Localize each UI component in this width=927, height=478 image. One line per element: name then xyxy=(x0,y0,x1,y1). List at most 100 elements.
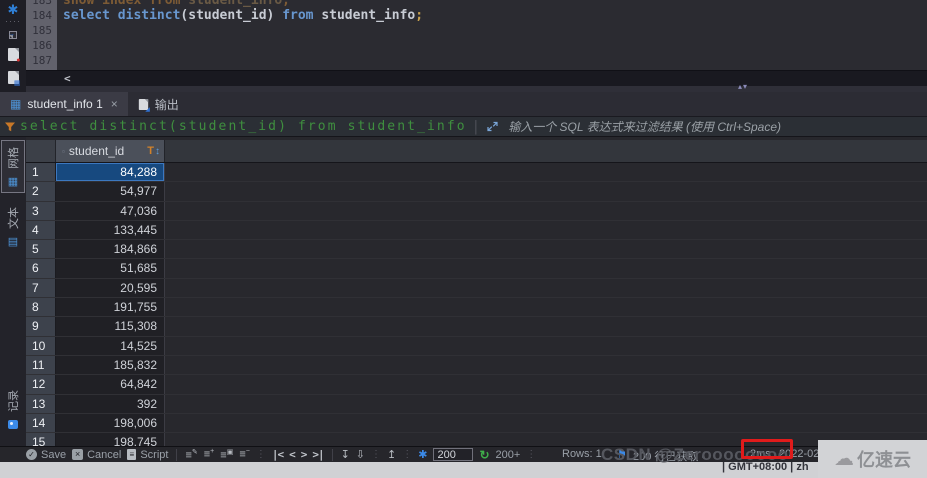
sql-token: index xyxy=(102,0,141,8)
table-row[interactable]: 347,036 xyxy=(26,202,927,221)
student-id-cell[interactable]: 54,977 xyxy=(56,182,165,200)
student-id-cell[interactable]: 198,745 xyxy=(56,433,165,446)
row-filler xyxy=(165,163,927,181)
explain-plan-icon[interactable]: ▦ xyxy=(8,71,19,84)
row-number-cell[interactable]: 1 xyxy=(26,163,56,181)
student-id-cell[interactable]: 47,036 xyxy=(56,202,165,220)
table-row[interactable]: 651,685 xyxy=(26,259,927,278)
table-row[interactable]: 4133,445 xyxy=(26,221,927,240)
view-tab-record[interactable]: 记录 xyxy=(1,386,25,429)
column-header-student-id[interactable]: ▫ student_id T ↕ xyxy=(56,140,165,162)
student-id-cell[interactable]: 20,595 xyxy=(56,279,165,297)
row-number-cell[interactable]: 14 xyxy=(26,414,56,432)
execute-statement-button[interactable]: → xyxy=(9,31,17,39)
sql-token: distinct xyxy=(118,8,181,23)
sql-token xyxy=(141,0,149,8)
more-rows-label[interactable]: 200+ xyxy=(496,449,521,461)
fetch-size-input[interactable] xyxy=(433,448,473,461)
next-row-button[interactable]: > xyxy=(301,448,307,461)
add-row-button[interactable]: ≡+ xyxy=(204,448,215,461)
sql-token: student_id xyxy=(188,8,266,23)
export-resultset-button[interactable]: ↥ xyxy=(387,448,396,461)
tab-output[interactable]: ◢ 输出 xyxy=(128,92,189,116)
table-row[interactable]: 184,288 xyxy=(26,163,927,182)
row-number-cell[interactable]: 4 xyxy=(26,221,56,239)
sql-token: ; xyxy=(282,0,290,8)
table-row[interactable]: 720,595 xyxy=(26,279,927,298)
result-filter-bar[interactable]: select distinct(student_id) from student… xyxy=(0,117,927,137)
execute-script-icon[interactable]: ● xyxy=(8,48,19,61)
student-id-cell[interactable]: 64,842 xyxy=(56,375,165,393)
tab-student-info-1[interactable]: ▦ student_info 1 × xyxy=(0,92,128,116)
grid-corner-cell[interactable] xyxy=(26,140,56,162)
save-label: Save xyxy=(41,449,66,461)
row-number-cell[interactable]: 6 xyxy=(26,259,56,277)
row-number-cell[interactable]: 9 xyxy=(26,317,56,335)
row-number-cell[interactable]: 11 xyxy=(26,356,56,374)
row-number-cell[interactable]: 7 xyxy=(26,279,56,297)
student-id-cell[interactable]: 51,685 xyxy=(56,259,165,277)
table-row[interactable]: 1264,842 xyxy=(26,375,927,394)
table-row[interactable]: 8191,755 xyxy=(26,298,927,317)
student-id-cell[interactable]: 184,866 xyxy=(56,240,165,258)
filter-expression[interactable]: select distinct(student_id) from student… xyxy=(20,119,467,134)
row-number-cell[interactable]: 5 xyxy=(26,240,56,258)
sql-editor[interactable]: 183184185186187 show index from student_… xyxy=(0,0,927,70)
line-number: 183 xyxy=(26,0,57,8)
row-number-cell[interactable]: 8 xyxy=(26,298,56,316)
refresh-icon[interactable]: ↻ xyxy=(479,448,489,462)
table-row[interactable]: 11185,832 xyxy=(26,356,927,375)
sql-line[interactable]: select distinct(student_id) from student… xyxy=(63,8,927,23)
toolbar-dot-separator: ⋮ xyxy=(402,449,412,460)
previous-row-button[interactable]: < xyxy=(289,448,295,461)
view-tab-grid[interactable]: 网格 ▦ xyxy=(1,140,25,193)
row-number-cell[interactable]: 13 xyxy=(26,395,56,413)
tab-label: 输出 xyxy=(155,96,179,113)
student-id-cell[interactable]: 84,288 xyxy=(56,163,165,181)
editor-hscrollbar[interactable]: < xyxy=(26,70,927,86)
auto-refresh-flower-icon[interactable]: ✱ xyxy=(418,448,427,461)
view-tab-text[interactable]: 文本 ▤ xyxy=(1,203,25,248)
student-id-cell[interactable]: 133,445 xyxy=(56,221,165,239)
cancel-button[interactable]: × Cancel xyxy=(72,449,121,461)
student-id-cell[interactable]: 185,832 xyxy=(56,356,165,374)
script-button[interactable]: ≡ Script xyxy=(127,449,168,461)
first-row-button[interactable]: |< xyxy=(272,448,283,461)
duplicate-row-button[interactable]: ≡▣ xyxy=(220,448,233,462)
row-number-cell[interactable]: 15 xyxy=(26,433,56,446)
student-id-cell[interactable]: 14,525 xyxy=(56,337,165,355)
toolbar-separator xyxy=(176,449,177,461)
table-row[interactable]: 14198,006 xyxy=(26,414,927,433)
row-number-cell[interactable]: 10 xyxy=(26,337,56,355)
table-row[interactable]: 13392 xyxy=(26,395,927,414)
scroll-left-icon[interactable]: < xyxy=(64,72,71,85)
row-number-cell[interactable]: 12 xyxy=(26,375,56,393)
sql-token: student_info xyxy=(314,8,416,23)
fetch-all-rows-button[interactable]: ⇩ xyxy=(356,448,365,461)
table-row[interactable]: 254,977 xyxy=(26,182,927,201)
row-number-cell[interactable]: 3 xyxy=(26,202,56,220)
student-id-cell[interactable]: 115,308 xyxy=(56,317,165,335)
sort-arrows-icon[interactable]: ↕ xyxy=(155,146,160,157)
sql-code-area[interactable]: show index from student_info;select dist… xyxy=(63,0,927,70)
filter-sort-icon[interactable]: T xyxy=(147,145,154,157)
student-id-cell[interactable]: 392 xyxy=(56,395,165,413)
table-row[interactable]: 1014,525 xyxy=(26,337,927,356)
student-id-cell[interactable]: 198,006 xyxy=(56,414,165,432)
fetch-next-page-button[interactable]: ↧ xyxy=(341,448,350,461)
last-row-button[interactable]: >| xyxy=(312,448,323,461)
sql-line[interactable]: show index from student_info; xyxy=(63,0,927,8)
delete-row-button[interactable]: ≡− xyxy=(239,448,250,461)
settings-flower-icon[interactable]: ✱ xyxy=(8,3,19,17)
student-id-cell[interactable]: 191,755 xyxy=(56,298,165,316)
expand-filter-icon[interactable] xyxy=(487,121,498,132)
edit-row-button[interactable]: ≡✎ xyxy=(185,448,197,462)
close-tab-icon[interactable]: × xyxy=(111,97,118,111)
toolbar-separator xyxy=(332,449,333,461)
table-row[interactable]: 9115,308 xyxy=(26,317,927,336)
table-row[interactable]: 5184,866 xyxy=(26,240,927,259)
splitter-arrows-icon[interactable]: ▴▾ xyxy=(738,82,748,91)
row-number-cell[interactable]: 2 xyxy=(26,182,56,200)
yisucloud-logo: ☁ 亿速云 xyxy=(818,440,927,478)
save-button[interactable]: ✓ Save xyxy=(26,449,66,461)
